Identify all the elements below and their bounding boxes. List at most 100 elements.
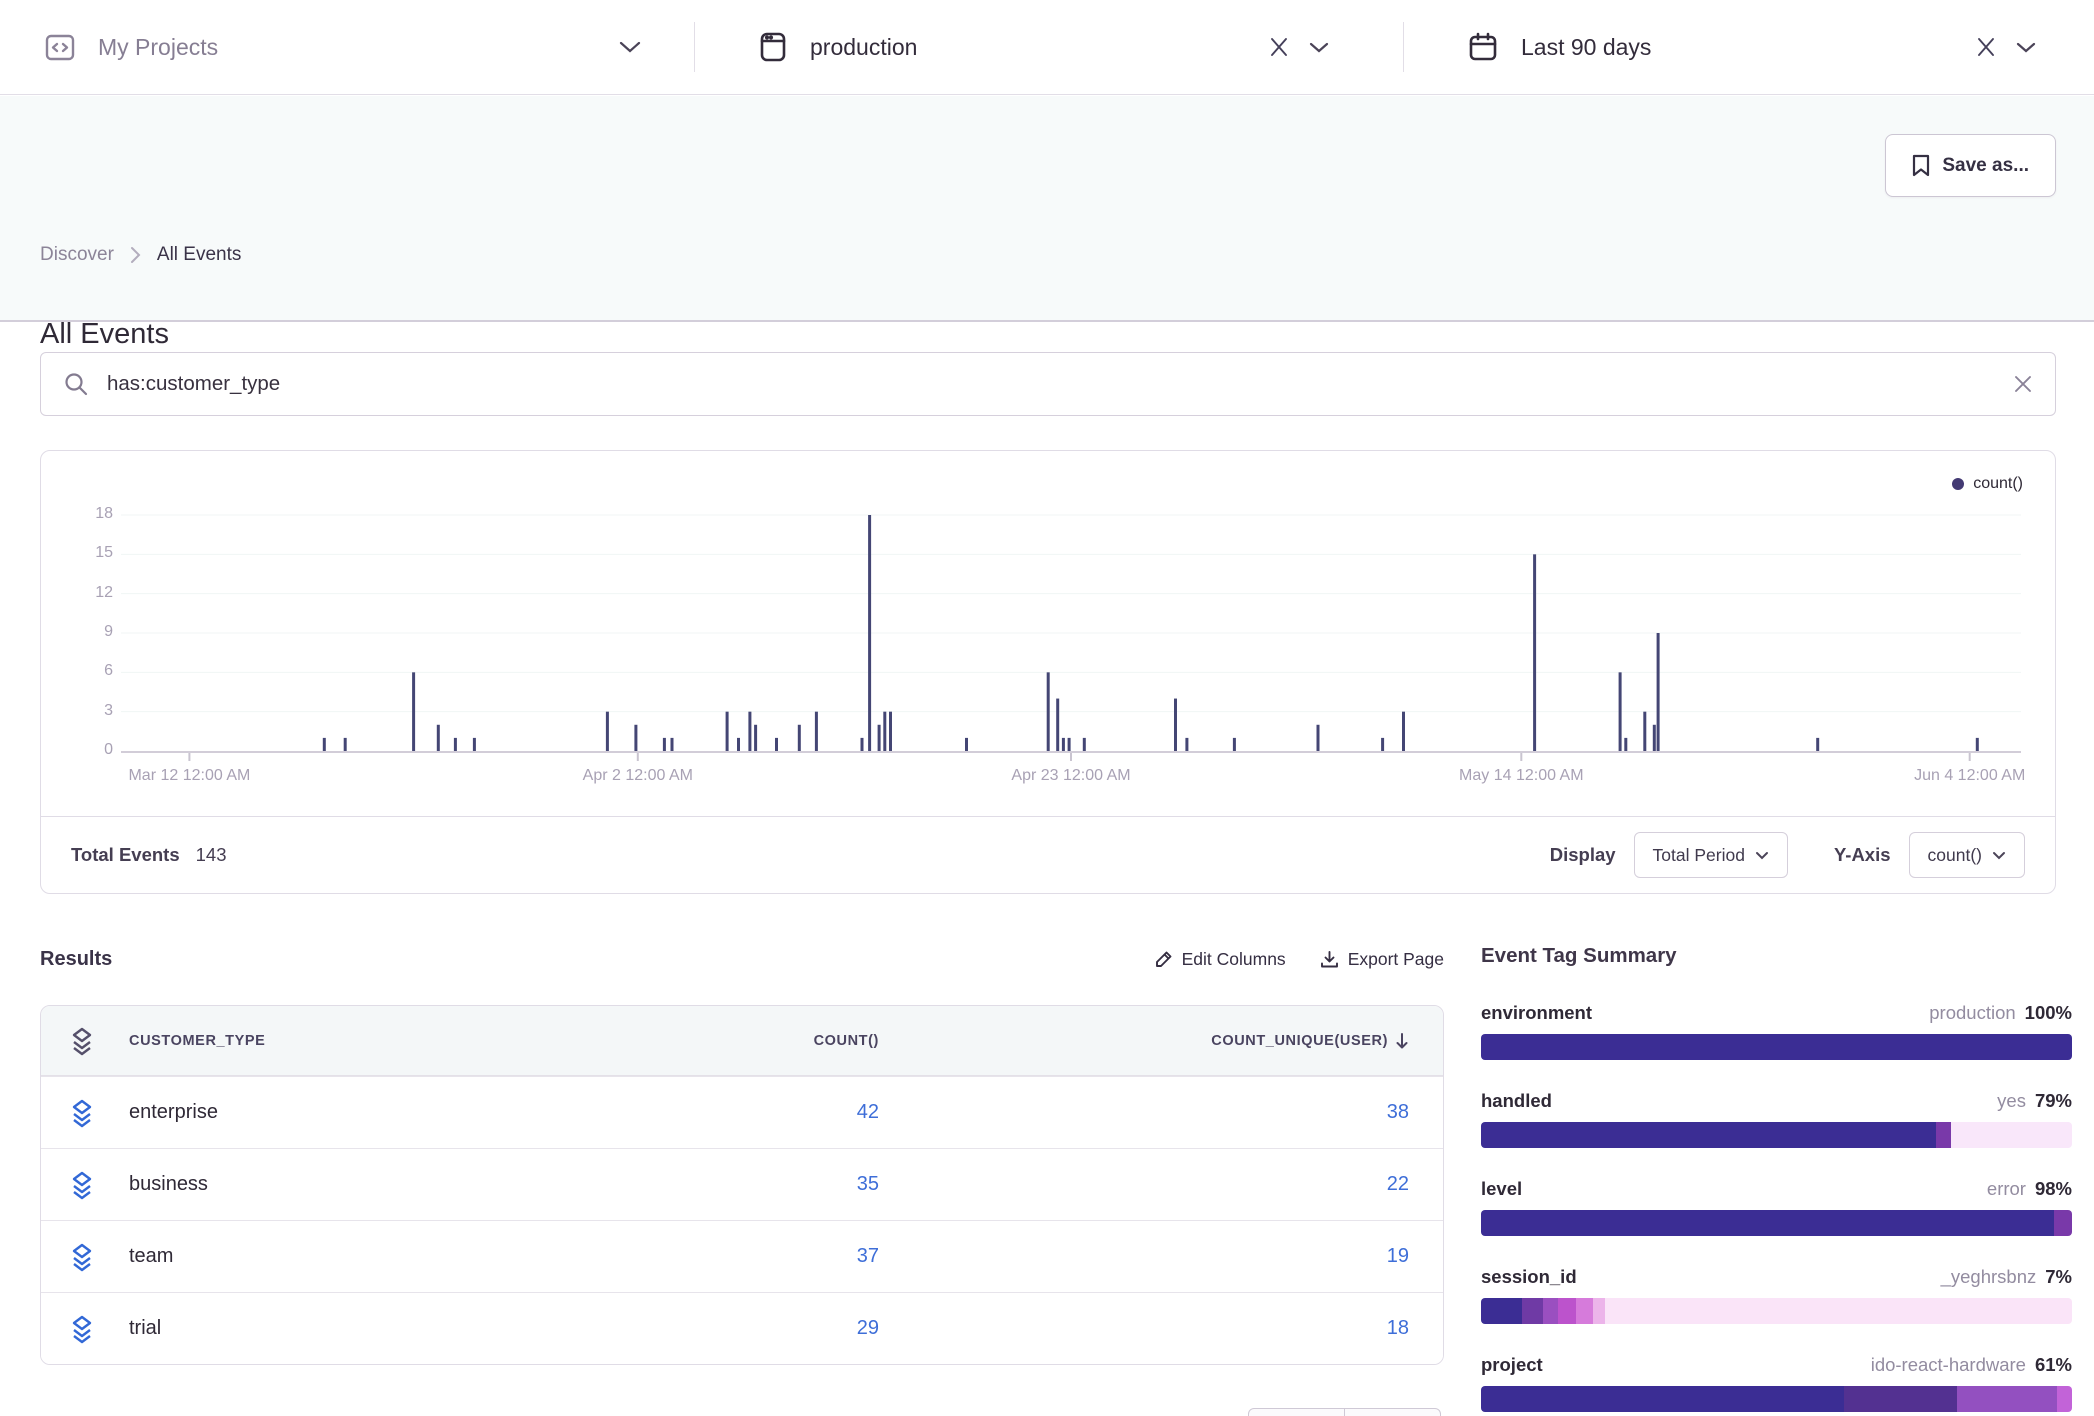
- y-axis-tick-label: 9: [57, 623, 113, 641]
- tag-bar-segment: [1481, 1386, 1844, 1412]
- search-input[interactable]: [107, 372, 2013, 396]
- tag-bar-segment: [1605, 1298, 2072, 1324]
- cell-count-unique-user-link[interactable]: 19: [879, 1245, 1409, 1268]
- environment-chevron-down-icon[interactable]: [1299, 27, 1339, 67]
- environment-selector-label: production: [810, 34, 917, 61]
- display-select[interactable]: Total Period: [1634, 832, 1788, 878]
- project-chevron-down-icon[interactable]: [610, 27, 650, 67]
- tag-block-handled: handledyes79%: [1481, 1090, 2072, 1148]
- cell-count-link[interactable]: 37: [579, 1245, 879, 1268]
- tag-bar-segment: [1576, 1298, 1594, 1324]
- project-selector-label: My Projects: [98, 34, 218, 61]
- tag-top-value: production: [1929, 1002, 2015, 1024]
- tag-bar-segment: [2057, 1386, 2072, 1412]
- events-chart-panel: count() 0369121518 Mar 12 12:00 AMApr 2 …: [40, 450, 2056, 894]
- environment-selector[interactable]: production: [694, 0, 1403, 94]
- tag-bar-segment: [1951, 1122, 2072, 1148]
- chart-spike: [726, 712, 729, 751]
- cell-customer-type: business: [129, 1173, 579, 1196]
- column-header-count-unique-user-label: COUNT_UNIQUE(USER): [1211, 1033, 1388, 1049]
- pagination: [1248, 1408, 1441, 1416]
- chart-spike: [737, 738, 740, 751]
- chart-spike: [1381, 738, 1384, 751]
- cell-count-link[interactable]: 42: [579, 1101, 879, 1124]
- y-axis-select[interactable]: count(): [1909, 832, 2025, 878]
- tag-distribution-bar[interactable]: [1481, 1298, 2072, 1324]
- edit-columns-button[interactable]: Edit Columns: [1154, 949, 1286, 970]
- timerange-selector[interactable]: Last 90 days: [1403, 0, 2094, 94]
- environment-clear-icon[interactable]: [1259, 27, 1299, 67]
- x-axis-tick-label: Apr 23 12:00 AM: [1011, 767, 1130, 785]
- breadcrumb-chevron-right-icon: [130, 246, 141, 264]
- tag-bar-segment: [1481, 1298, 1522, 1324]
- tag-percent: 100%: [2025, 1002, 2072, 1024]
- chart-spike: [454, 738, 457, 751]
- save-as-button[interactable]: Save as...: [1885, 134, 2056, 197]
- breadcrumb-discover-link[interactable]: Discover: [40, 244, 114, 266]
- chart-spike: [889, 712, 892, 751]
- tag-distribution-bar[interactable]: [1481, 1210, 2072, 1236]
- y-axis-tick-label: 18: [57, 505, 113, 523]
- chart-spike: [1533, 554, 1536, 751]
- column-header-customer-type[interactable]: CUSTOMER_TYPE: [129, 1033, 579, 1049]
- search-icon: [63, 371, 89, 397]
- tag-bar-segment: [1481, 1122, 1936, 1148]
- global-header: My Projects production: [0, 0, 2094, 95]
- discover-page: My Projects production: [0, 0, 2094, 1416]
- timerange-clear-icon[interactable]: [1966, 27, 2006, 67]
- column-header-count-unique-user[interactable]: COUNT_UNIQUE(USER): [879, 1032, 1409, 1050]
- project-selector[interactable]: My Projects: [0, 0, 694, 94]
- pagination-next-button[interactable]: [1344, 1408, 1441, 1416]
- tag-bar-segment: [1522, 1298, 1543, 1324]
- page-title: All Events: [40, 318, 169, 351]
- cell-count-link[interactable]: 35: [579, 1173, 879, 1196]
- chart-spike: [437, 725, 440, 751]
- chart-spike: [1317, 725, 1320, 751]
- row-layers-icon[interactable]: [69, 1313, 129, 1345]
- tag-distribution-bar[interactable]: [1481, 1386, 2072, 1412]
- cell-count-unique-user-link[interactable]: 18: [879, 1317, 1409, 1340]
- chart-spike: [965, 738, 968, 751]
- row-layers-icon[interactable]: [69, 1097, 129, 1129]
- results-title: Results: [40, 948, 112, 971]
- events-spike-chart: [121, 501, 2021, 767]
- environment-icon: [758, 31, 788, 63]
- column-header-count[interactable]: COUNT(): [579, 1033, 879, 1049]
- chart-spike: [1402, 712, 1405, 751]
- cell-count-unique-user-link[interactable]: 22: [879, 1173, 1409, 1196]
- chevron-down-icon: [1992, 851, 2006, 860]
- export-page-label: Export Page: [1348, 949, 1444, 970]
- chart-spike: [1174, 699, 1177, 751]
- chart-spike: [815, 712, 818, 751]
- tag-percent: 79%: [2035, 1090, 2072, 1112]
- chart-spike: [1624, 738, 1627, 751]
- search-bar[interactable]: [40, 352, 2056, 416]
- chart-spike: [883, 712, 886, 751]
- breadcrumb-current: All Events: [157, 244, 241, 266]
- y-axis-tick-label: 3: [57, 702, 113, 720]
- search-clear-icon[interactable]: [2013, 374, 2033, 394]
- chart-spike: [878, 725, 881, 751]
- x-axis-tick-label: Mar 12 12:00 AM: [128, 767, 250, 785]
- cell-count-link[interactable]: 29: [579, 1317, 879, 1340]
- y-axis-label: Y-Axis: [1834, 844, 1891, 866]
- cell-customer-type: enterprise: [129, 1101, 579, 1124]
- timerange-chevron-down-icon[interactable]: [2006, 27, 2046, 67]
- tag-distribution-bar[interactable]: [1481, 1034, 2072, 1060]
- chart-spike: [344, 738, 347, 751]
- tag-top-value: yes: [1997, 1090, 2026, 1112]
- results-table-body: enterprise4238 business3522 team3719 trial2…: [41, 1076, 1443, 1364]
- y-axis-tick-label: 15: [57, 544, 113, 562]
- table-row: team3719: [41, 1220, 1443, 1292]
- cell-customer-type: trial: [129, 1317, 579, 1340]
- export-page-button[interactable]: Export Page: [1320, 949, 1444, 970]
- tag-bar-segment: [1957, 1386, 2057, 1412]
- total-events-value: 143: [196, 844, 227, 866]
- row-layers-icon[interactable]: [69, 1169, 129, 1201]
- tag-name: project: [1481, 1354, 1543, 1376]
- row-layers-icon[interactable]: [69, 1241, 129, 1273]
- cell-count-unique-user-link[interactable]: 38: [879, 1101, 1409, 1124]
- tag-distribution-bar[interactable]: [1481, 1122, 2072, 1148]
- pagination-prev-button[interactable]: [1248, 1408, 1345, 1416]
- tag-top-value: _yeghrsbnz: [1941, 1266, 2037, 1288]
